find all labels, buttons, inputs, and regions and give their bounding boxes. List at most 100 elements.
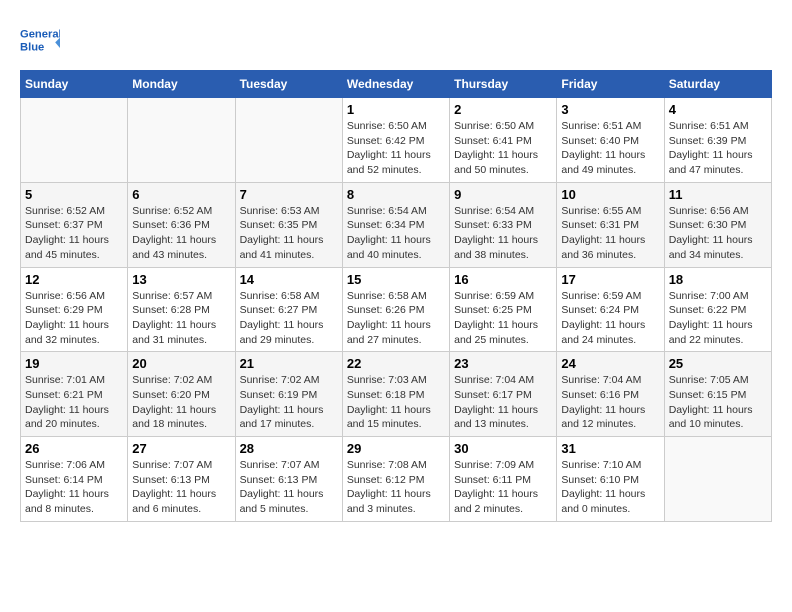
- day-number: 18: [669, 272, 767, 287]
- day-info: Sunrise: 6:54 AM Sunset: 6:33 PM Dayligh…: [454, 204, 552, 263]
- day-number: 3: [561, 102, 659, 117]
- day-info: Sunrise: 7:09 AM Sunset: 6:11 PM Dayligh…: [454, 458, 552, 517]
- calendar-table: SundayMondayTuesdayWednesdayThursdayFrid…: [20, 70, 772, 522]
- day-number: 10: [561, 187, 659, 202]
- calendar-cell: 25 Sunrise: 7:05 AM Sunset: 6:15 PM Dayli…: [664, 352, 771, 437]
- day-info: Sunrise: 7:01 AM Sunset: 6:21 PM Dayligh…: [25, 373, 123, 432]
- calendar-cell: [128, 98, 235, 183]
- day-number: 8: [347, 187, 445, 202]
- day-info: Sunrise: 6:52 AM Sunset: 6:36 PM Dayligh…: [132, 204, 230, 263]
- day-info: Sunrise: 7:04 AM Sunset: 6:16 PM Dayligh…: [561, 373, 659, 432]
- day-number: 23: [454, 356, 552, 371]
- day-number: 19: [25, 356, 123, 371]
- calendar-cell: [235, 98, 342, 183]
- day-info: Sunrise: 6:50 AM Sunset: 6:41 PM Dayligh…: [454, 119, 552, 178]
- day-number: 27: [132, 441, 230, 456]
- weekday-header-sunday: Sunday: [21, 71, 128, 98]
- svg-text:Blue: Blue: [20, 41, 44, 53]
- day-info: Sunrise: 6:52 AM Sunset: 6:37 PM Dayligh…: [25, 204, 123, 263]
- day-info: Sunrise: 7:04 AM Sunset: 6:17 PM Dayligh…: [454, 373, 552, 432]
- day-info: Sunrise: 7:03 AM Sunset: 6:18 PM Dayligh…: [347, 373, 445, 432]
- calendar-cell: 3 Sunrise: 6:51 AM Sunset: 6:40 PM Daylig…: [557, 98, 664, 183]
- calendar-cell: 30 Sunrise: 7:09 AM Sunset: 6:11 PM Dayli…: [450, 437, 557, 522]
- calendar-cell: 16 Sunrise: 6:59 AM Sunset: 6:25 PM Dayli…: [450, 267, 557, 352]
- day-info: Sunrise: 6:54 AM Sunset: 6:34 PM Dayligh…: [347, 204, 445, 263]
- day-number: 5: [25, 187, 123, 202]
- calendar-cell: 1 Sunrise: 6:50 AM Sunset: 6:42 PM Daylig…: [342, 98, 449, 183]
- day-number: 4: [669, 102, 767, 117]
- day-info: Sunrise: 6:53 AM Sunset: 6:35 PM Dayligh…: [240, 204, 338, 263]
- weekday-header-tuesday: Tuesday: [235, 71, 342, 98]
- calendar-cell: 9 Sunrise: 6:54 AM Sunset: 6:33 PM Daylig…: [450, 182, 557, 267]
- day-info: Sunrise: 7:06 AM Sunset: 6:14 PM Dayligh…: [25, 458, 123, 517]
- calendar-cell: 22 Sunrise: 7:03 AM Sunset: 6:18 PM Dayli…: [342, 352, 449, 437]
- calendar-cell: 13Sunrise: 6:57 AM Sunset: 6:28 PM Dayli…: [128, 267, 235, 352]
- calendar-cell: 21 Sunrise: 7:02 AM Sunset: 6:19 PM Dayli…: [235, 352, 342, 437]
- calendar-cell: 28 Sunrise: 7:07 AM Sunset: 6:13 PM Dayli…: [235, 437, 342, 522]
- weekday-header-friday: Friday: [557, 71, 664, 98]
- day-info: Sunrise: 6:51 AM Sunset: 6:39 PM Dayligh…: [669, 119, 767, 178]
- day-number: 17: [561, 272, 659, 287]
- svg-text:General: General: [20, 29, 60, 41]
- calendar-cell: [21, 98, 128, 183]
- day-info: Sunrise: 6:50 AM Sunset: 6:42 PM Dayligh…: [347, 119, 445, 178]
- day-number: 16: [454, 272, 552, 287]
- day-info: Sunrise: 6:51 AM Sunset: 6:40 PM Dayligh…: [561, 119, 659, 178]
- calendar-cell: 12 Sunrise: 6:56 AM Sunset: 6:29 PM Dayli…: [21, 267, 128, 352]
- logo-icon: General Blue: [20, 20, 60, 60]
- calendar-cell: 7 Sunrise: 6:53 AM Sunset: 6:35 PM Daylig…: [235, 182, 342, 267]
- calendar-cell: 29Sunrise: 7:08 AM Sunset: 6:12 PM Dayli…: [342, 437, 449, 522]
- day-info: Sunrise: 7:05 AM Sunset: 6:15 PM Dayligh…: [669, 373, 767, 432]
- day-number: 22: [347, 356, 445, 371]
- calendar-cell: 17 Sunrise: 6:59 AM Sunset: 6:24 PM Dayli…: [557, 267, 664, 352]
- day-number: 28: [240, 441, 338, 456]
- day-info: Sunrise: 7:08 AM Sunset: 6:12 PM Dayligh…: [347, 458, 445, 517]
- day-number: 12: [25, 272, 123, 287]
- day-number: 30: [454, 441, 552, 456]
- calendar-cell: 15 Sunrise: 6:58 AM Sunset: 6:26 PM Dayli…: [342, 267, 449, 352]
- calendar-cell: 18Sunrise: 7:00 AM Sunset: 6:22 PM Dayli…: [664, 267, 771, 352]
- calendar-cell: 5 Sunrise: 6:52 AM Sunset: 6:37 PM Daylig…: [21, 182, 128, 267]
- day-number: 14: [240, 272, 338, 287]
- calendar-cell: 2 Sunrise: 6:50 AM Sunset: 6:41 PM Daylig…: [450, 98, 557, 183]
- weekday-header-wednesday: Wednesday: [342, 71, 449, 98]
- day-info: Sunrise: 6:58 AM Sunset: 6:27 PM Dayligh…: [240, 289, 338, 348]
- calendar-cell: [664, 437, 771, 522]
- calendar-cell: 11Sunrise: 6:56 AM Sunset: 6:30 PM Dayli…: [664, 182, 771, 267]
- weekday-header-saturday: Saturday: [664, 71, 771, 98]
- calendar-cell: 19 Sunrise: 7:01 AM Sunset: 6:21 PM Dayli…: [21, 352, 128, 437]
- day-number: 1: [347, 102, 445, 117]
- calendar-cell: 26Sunrise: 7:06 AM Sunset: 6:14 PM Dayli…: [21, 437, 128, 522]
- calendar-cell: 6 Sunrise: 6:52 AM Sunset: 6:36 PM Daylig…: [128, 182, 235, 267]
- logo: General Blue: [20, 20, 66, 60]
- calendar-cell: 27Sunrise: 7:07 AM Sunset: 6:13 PM Dayli…: [128, 437, 235, 522]
- calendar-cell: 23 Sunrise: 7:04 AM Sunset: 6:17 PM Dayli…: [450, 352, 557, 437]
- day-info: Sunrise: 6:55 AM Sunset: 6:31 PM Dayligh…: [561, 204, 659, 263]
- day-info: Sunrise: 6:56 AM Sunset: 6:30 PM Dayligh…: [669, 204, 767, 263]
- day-number: 6: [132, 187, 230, 202]
- calendar-cell: 4 Sunrise: 6:51 AM Sunset: 6:39 PM Daylig…: [664, 98, 771, 183]
- day-info: Sunrise: 6:59 AM Sunset: 6:25 PM Dayligh…: [454, 289, 552, 348]
- day-number: 2: [454, 102, 552, 117]
- day-info: Sunrise: 6:58 AM Sunset: 6:26 PM Dayligh…: [347, 289, 445, 348]
- day-info: Sunrise: 7:07 AM Sunset: 6:13 PM Dayligh…: [240, 458, 338, 517]
- calendar-cell: 31 Sunrise: 7:10 AM Sunset: 6:10 PM Dayli…: [557, 437, 664, 522]
- calendar-cell: 8 Sunrise: 6:54 AM Sunset: 6:34 PM Daylig…: [342, 182, 449, 267]
- day-number: 31: [561, 441, 659, 456]
- day-number: 20: [132, 356, 230, 371]
- calendar-cell: 20 Sunrise: 7:02 AM Sunset: 6:20 PM Dayli…: [128, 352, 235, 437]
- day-number: 9: [454, 187, 552, 202]
- day-number: 15: [347, 272, 445, 287]
- page-header: General Blue: [20, 20, 772, 60]
- day-info: Sunrise: 6:57 AM Sunset: 6:28 PM Dayligh…: [132, 289, 230, 348]
- day-number: 21: [240, 356, 338, 371]
- day-number: 7: [240, 187, 338, 202]
- day-info: Sunrise: 6:59 AM Sunset: 6:24 PM Dayligh…: [561, 289, 659, 348]
- day-number: 25: [669, 356, 767, 371]
- calendar-cell: 14 Sunrise: 6:58 AM Sunset: 6:27 PM Dayli…: [235, 267, 342, 352]
- day-info: Sunrise: 7:10 AM Sunset: 6:10 PM Dayligh…: [561, 458, 659, 517]
- day-info: Sunrise: 6:56 AM Sunset: 6:29 PM Dayligh…: [25, 289, 123, 348]
- day-info: Sunrise: 7:02 AM Sunset: 6:19 PM Dayligh…: [240, 373, 338, 432]
- day-info: Sunrise: 7:02 AM Sunset: 6:20 PM Dayligh…: [132, 373, 230, 432]
- calendar-cell: 10 Sunrise: 6:55 AM Sunset: 6:31 PM Dayli…: [557, 182, 664, 267]
